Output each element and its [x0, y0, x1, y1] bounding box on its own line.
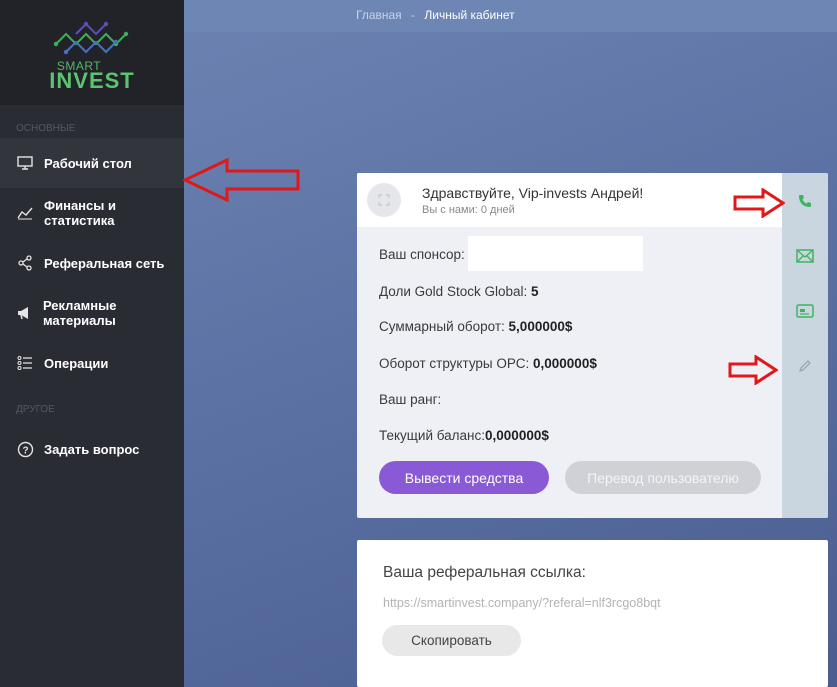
- referral-card: Ваша реферальная ссылка: https://smartin…: [357, 540, 828, 687]
- sidebar-item-label: Рекламные материалы: [42, 298, 117, 328]
- logo-mark-icon: [53, 21, 129, 55]
- sponsor-value: [468, 236, 643, 271]
- withdraw-button[interactable]: Вывести средства: [379, 461, 549, 494]
- sidebar-item-dashboard[interactable]: Рабочий стол: [0, 138, 184, 188]
- megaphone-icon: [16, 304, 33, 322]
- copy-button[interactable]: Скопировать: [382, 625, 521, 656]
- shares-row: Доли Gold Stock Global: 5: [379, 284, 539, 299]
- breadcrumb-separator: -: [411, 8, 416, 22]
- mail-icon[interactable]: [796, 247, 814, 265]
- svg-text:?: ?: [22, 445, 28, 456]
- section-label-other: ДРУГОЕ: [16, 404, 55, 415]
- sponsor-label: Ваш спонсор:: [379, 247, 465, 262]
- structure-turnover-label: Оборот структуры ОРС:: [379, 356, 530, 371]
- shares-label: Доли Gold Stock Global:: [379, 284, 528, 299]
- sidebar-item-ask-question[interactable]: ? Задать вопрос: [0, 424, 184, 474]
- section-label-main: ОСНОВНЫЕ: [16, 123, 76, 134]
- breadcrumb-home-link[interactable]: Главная: [356, 8, 402, 22]
- rank-label: Ваш ранг:: [379, 392, 442, 407]
- structure-turnover-row: Оборот структуры ОРС: 0,000000$: [379, 356, 597, 371]
- sidebar-item-promo-materials[interactable]: Рекламные материалы: [0, 288, 184, 338]
- balance-value: 0,000000$: [485, 428, 549, 443]
- profile-card: Здравствуйте, Vip-invests Андрей! Вы с н…: [357, 173, 828, 518]
- sidebar-item-label: Задать вопрос: [44, 441, 140, 457]
- logo[interactable]: SMART INVEST: [0, 0, 184, 105]
- sidebar-item-label: Операции: [44, 355, 109, 371]
- list-icon: [16, 354, 34, 372]
- turnover-value: 5,000000$: [508, 319, 573, 334]
- shares-value: 5: [531, 284, 539, 299]
- turnover-row: Суммарный оборот: 5,000000$: [379, 319, 572, 334]
- sidebar: SMART INVEST ОСНОВНЫЕ Рабочий стол Финан…: [0, 0, 184, 687]
- sidebar-item-referral-network[interactable]: Реферальная сеть: [0, 238, 184, 288]
- sidebar-item-operations[interactable]: Операции: [0, 338, 184, 388]
- turnover-label: Суммарный оборот:: [379, 319, 505, 334]
- annotation-arrow-left-icon: [183, 157, 300, 203]
- transfer-button[interactable]: Перевод пользователю: [565, 461, 761, 494]
- sidebar-item-label: Рабочий стол: [44, 155, 132, 171]
- logo-text-invest: INVEST: [49, 68, 135, 93]
- phone-icon[interactable]: [796, 192, 814, 210]
- monitor-icon: [16, 154, 34, 172]
- referral-link[interactable]: https://smartinvest.company/?referal=nlf…: [383, 596, 699, 610]
- expand-icon: [378, 194, 390, 206]
- chart-line-icon: [16, 204, 34, 222]
- annotation-arrow-right-icon: [733, 188, 785, 218]
- annotation-arrow-right-icon: [728, 355, 778, 385]
- days-text: Вы с нами: 0 дней: [422, 204, 515, 216]
- structure-turnover-value: 0,000000$: [533, 356, 597, 371]
- breadcrumb-current: Личный кабинет: [424, 8, 515, 22]
- share-icon: [16, 254, 34, 272]
- pencil-icon[interactable]: [796, 357, 814, 375]
- balance-row: Текущий баланс:0,000000$: [379, 428, 549, 443]
- sidebar-item-label: Реферальная сеть: [44, 255, 165, 271]
- referral-title: Ваша реферальная ссылка:: [383, 564, 586, 581]
- card-icon[interactable]: [796, 302, 814, 320]
- breadcrumb: Главная - Личный кабинет: [356, 8, 515, 22]
- balance-label: Текущий баланс:: [379, 428, 486, 443]
- sidebar-item-label: Финансы и статистика: [44, 198, 116, 228]
- profile-header: Здравствуйте, Vip-invests Андрей! Вы с н…: [357, 173, 782, 227]
- greeting-text: Здравствуйте, Vip-invests Андрей!: [422, 185, 644, 201]
- question-icon: ?: [16, 440, 34, 458]
- sidebar-item-finance[interactable]: Финансы и статистика: [0, 188, 184, 238]
- contact-strip: [782, 173, 828, 518]
- avatar[interactable]: [367, 183, 401, 217]
